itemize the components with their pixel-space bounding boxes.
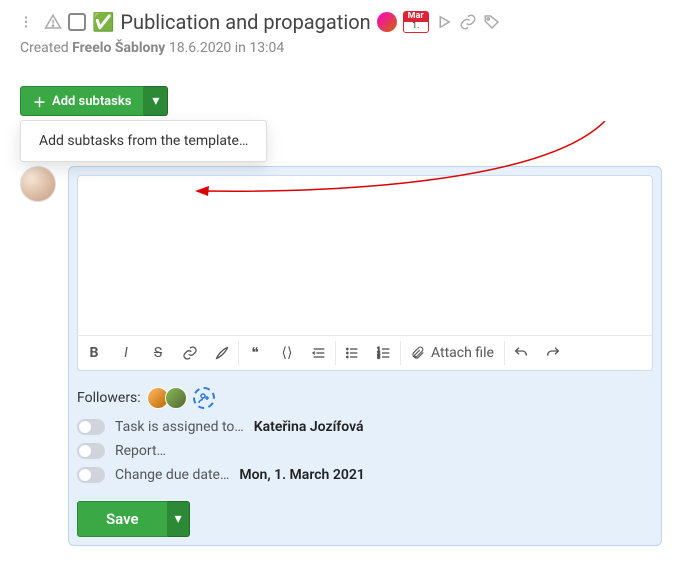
link-icon[interactable] [459,13,477,31]
code-button[interactable]: ⟨⟩ [271,335,303,371]
complete-checkbox[interactable] [68,13,86,31]
strike-button[interactable]: S [142,335,174,371]
attach-file-button[interactable]: Attach file [401,345,504,361]
author-name: Freelo Šablony [72,40,165,56]
assign-toggle[interactable] [77,419,105,435]
avatar[interactable] [377,12,397,32]
link-button[interactable] [174,335,206,371]
avatar [20,166,56,202]
save-caret[interactable]: ▾ [168,501,190,537]
editor-toolbar: B I S ❝ ⟨⟩ 123 At [77,335,653,371]
due-row: Change due date… Mon, 1. March 2021 [77,467,653,483]
followers-row: Followers: [77,387,653,409]
add-subtasks-button[interactable]: ＋ Add subtasks [20,86,144,116]
meta-row: Created Freelo Šablony 18.6.2020 in 13:0… [20,40,662,56]
editor-textarea[interactable] [77,175,653,335]
ul-button[interactable] [336,335,368,371]
due-value: Mon, 1. March 2021 [239,467,364,483]
redo-button[interactable] [537,335,569,371]
save-group: Save ▾ [77,501,190,537]
quote-button[interactable]: ❝ [239,335,271,371]
add-subtasks-caret[interactable]: ▾ [144,86,168,116]
task-title: Publication and propagation [120,10,370,34]
ol-button[interactable]: 123 [368,335,400,371]
add-subtasks-group: ＋ Add subtasks ▾ Add subtasks from the t… [20,86,168,116]
comment-editor: B I S ❝ ⟨⟩ 123 At [68,166,662,546]
assignee-name: Kateřina Jozífová [254,419,364,435]
outdent-button[interactable] [303,335,335,371]
save-button[interactable]: Save [77,501,168,537]
assign-row: Task is assigned to… Kateřina Jozífová [77,419,653,435]
task-emoji: ✅ [92,12,114,33]
warning-icon[interactable] [44,13,62,31]
avatar[interactable] [165,387,187,409]
add-follower-button[interactable] [193,387,215,409]
add-subtasks-dropdown: Add subtasks from the template… [20,120,267,162]
plus-icon: ＋ [33,92,46,111]
task-header: ✅ Publication and propagation Mar 1. [20,10,662,34]
undo-button[interactable] [505,335,537,371]
tag-icon[interactable] [483,13,501,31]
bold-button[interactable]: B [78,335,110,371]
brush-button[interactable] [206,335,238,371]
due-badge[interactable]: Mar 1. [403,11,429,33]
due-toggle[interactable] [77,467,105,483]
report-toggle[interactable] [77,443,105,459]
svg-text:3: 3 [377,354,380,360]
play-icon[interactable] [435,13,453,31]
dropdown-item-template[interactable]: Add subtasks from the template… [39,133,248,149]
report-row: Report… [77,443,653,459]
italic-button[interactable]: I [110,335,142,371]
drag-handle-icon[interactable] [20,13,38,31]
